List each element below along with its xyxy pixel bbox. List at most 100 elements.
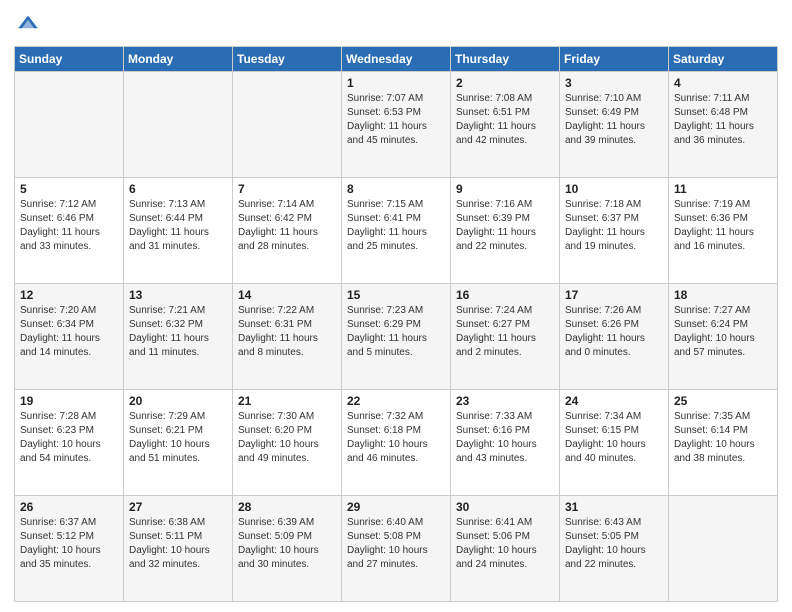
week-row-2: 5 Sunrise: 7:12 AM Sunset: 6:46 PM Daylig… <box>15 178 778 284</box>
weekday-header-wednesday: Wednesday <box>342 47 451 72</box>
day-number: 7 <box>238 182 336 196</box>
day-number: 27 <box>129 500 227 514</box>
day-info: Sunrise: 6:38 AM Sunset: 5:11 PM Dayligh… <box>129 516 227 572</box>
calendar-cell: 24 Sunrise: 7:34 AM Sunset: 6:15 PM Dayli… <box>560 390 669 496</box>
day-number: 3 <box>565 76 663 90</box>
day-info: Sunrise: 7:28 AM Sunset: 6:23 PM Dayligh… <box>20 410 118 466</box>
day-number: 24 <box>565 394 663 408</box>
day-number: 11 <box>674 182 772 196</box>
calendar-cell: 26Sunrise: 6:37 AM Sunset: 5:12 PM Dayli… <box>15 496 124 602</box>
weekday-header-monday: Monday <box>124 47 233 72</box>
day-info: Sunrise: 7:27 AM Sunset: 6:24 PM Dayligh… <box>674 304 772 360</box>
day-info: Sunrise: 7:33 AM Sunset: 6:16 PM Dayligh… <box>456 410 554 466</box>
calendar-cell: 27 Sunrise: 6:38 AM Sunset: 5:11 PM Dayli… <box>124 496 233 602</box>
calendar-cell: 7 Sunrise: 7:14 AM Sunset: 6:42 PM Daylig… <box>233 178 342 284</box>
calendar-cell: 16 Sunrise: 7:24 AM Sunset: 6:27 PM Dayli… <box>451 284 560 390</box>
day-info: Sunrise: 7:34 AM Sunset: 6:15 PM Dayligh… <box>565 410 663 466</box>
day-number: 14 <box>238 288 336 302</box>
day-info: Sunrise: 7:18 AM Sunset: 6:37 PM Dayligh… <box>565 198 663 254</box>
week-row-5: 26Sunrise: 6:37 AM Sunset: 5:12 PM Dayli… <box>15 496 778 602</box>
day-info: Sunrise: 7:12 AM Sunset: 6:46 PM Dayligh… <box>20 198 118 254</box>
calendar-cell <box>124 72 233 178</box>
day-number: 26 <box>20 500 118 514</box>
weekday-header-thursday: Thursday <box>451 47 560 72</box>
day-info: Sunrise: 7:32 AM Sunset: 6:18 PM Dayligh… <box>347 410 445 466</box>
day-number: 16 <box>456 288 554 302</box>
day-info: Sunrise: 7:26 AM Sunset: 6:26 PM Dayligh… <box>565 304 663 360</box>
day-info: Sunrise: 6:41 AM Sunset: 5:06 PM Dayligh… <box>456 516 554 572</box>
day-info: Sunrise: 7:20 AM Sunset: 6:34 PM Dayligh… <box>20 304 118 360</box>
calendar-cell: 17 Sunrise: 7:26 AM Sunset: 6:26 PM Dayli… <box>560 284 669 390</box>
calendar-cell: 12 Sunrise: 7:20 AM Sunset: 6:34 PM Dayli… <box>15 284 124 390</box>
calendar-cell: 22 Sunrise: 7:32 AM Sunset: 6:18 PM Dayli… <box>342 390 451 496</box>
week-row-4: 19 Sunrise: 7:28 AM Sunset: 6:23 PM Dayli… <box>15 390 778 496</box>
day-info: Sunrise: 7:10 AM Sunset: 6:49 PM Dayligh… <box>565 92 663 148</box>
calendar-cell: 31 Sunrise: 6:43 AM Sunset: 5:05 PM Dayli… <box>560 496 669 602</box>
day-info: Sunrise: 6:43 AM Sunset: 5:05 PM Dayligh… <box>565 516 663 572</box>
day-number: 22 <box>347 394 445 408</box>
calendar-cell: 23Sunrise: 7:33 AM Sunset: 6:16 PM Dayli… <box>451 390 560 496</box>
day-info: Sunrise: 7:21 AM Sunset: 6:32 PM Dayligh… <box>129 304 227 360</box>
day-number: 13 <box>129 288 227 302</box>
day-info: Sunrise: 7:30 AM Sunset: 6:20 PM Dayligh… <box>238 410 336 466</box>
day-info: Sunrise: 7:08 AM Sunset: 6:51 PM Dayligh… <box>456 92 554 148</box>
day-number: 28 <box>238 500 336 514</box>
calendar-cell <box>669 496 778 602</box>
calendar-cell: 21 Sunrise: 7:30 AM Sunset: 6:20 PM Dayli… <box>233 390 342 496</box>
day-number: 17 <box>565 288 663 302</box>
day-info: Sunrise: 7:11 AM Sunset: 6:48 PM Dayligh… <box>674 92 772 148</box>
calendar-cell <box>233 72 342 178</box>
day-number: 10 <box>565 182 663 196</box>
calendar-cell: 19 Sunrise: 7:28 AM Sunset: 6:23 PM Dayli… <box>15 390 124 496</box>
calendar-cell: 28 Sunrise: 6:39 AM Sunset: 5:09 PM Dayli… <box>233 496 342 602</box>
calendar-cell: 5 Sunrise: 7:12 AM Sunset: 6:46 PM Daylig… <box>15 178 124 284</box>
day-info: Sunrise: 7:19 AM Sunset: 6:36 PM Dayligh… <box>674 198 772 254</box>
day-info: Sunrise: 7:13 AM Sunset: 6:44 PM Dayligh… <box>129 198 227 254</box>
day-number: 20 <box>129 394 227 408</box>
logo-icon <box>14 10 42 38</box>
day-info: Sunrise: 7:15 AM Sunset: 6:41 PM Dayligh… <box>347 198 445 254</box>
calendar-cell: 2Sunrise: 7:08 AM Sunset: 6:51 PM Daylig… <box>451 72 560 178</box>
day-number: 19 <box>20 394 118 408</box>
day-info: Sunrise: 7:22 AM Sunset: 6:31 PM Dayligh… <box>238 304 336 360</box>
day-info: Sunrise: 7:24 AM Sunset: 6:27 PM Dayligh… <box>456 304 554 360</box>
calendar-cell <box>15 72 124 178</box>
day-number: 15 <box>347 288 445 302</box>
day-number: 25 <box>674 394 772 408</box>
weekday-header-sunday: Sunday <box>15 47 124 72</box>
day-number: 8 <box>347 182 445 196</box>
calendar-cell: 29Sunrise: 6:40 AM Sunset: 5:08 PM Dayli… <box>342 496 451 602</box>
week-row-1: 1 Sunrise: 7:07 AM Sunset: 6:53 PM Daylig… <box>15 72 778 178</box>
calendar-cell: 9Sunrise: 7:16 AM Sunset: 6:39 PM Daylig… <box>451 178 560 284</box>
calendar-cell: 11 Sunrise: 7:19 AM Sunset: 6:36 PM Dayli… <box>669 178 778 284</box>
day-info: Sunrise: 7:29 AM Sunset: 6:21 PM Dayligh… <box>129 410 227 466</box>
day-info: Sunrise: 7:23 AM Sunset: 6:29 PM Dayligh… <box>347 304 445 360</box>
calendar-cell: 18 Sunrise: 7:27 AM Sunset: 6:24 PM Dayli… <box>669 284 778 390</box>
calendar-cell: 10 Sunrise: 7:18 AM Sunset: 6:37 PM Dayli… <box>560 178 669 284</box>
day-number: 31 <box>565 500 663 514</box>
day-info: Sunrise: 6:40 AM Sunset: 5:08 PM Dayligh… <box>347 516 445 572</box>
page: SundayMondayTuesdayWednesdayThursdayFrid… <box>0 0 792 612</box>
day-number: 6 <box>129 182 227 196</box>
day-info: Sunrise: 7:16 AM Sunset: 6:39 PM Dayligh… <box>456 198 554 254</box>
day-number: 1 <box>347 76 445 90</box>
logo <box>14 10 44 38</box>
week-row-3: 12 Sunrise: 7:20 AM Sunset: 6:34 PM Dayli… <box>15 284 778 390</box>
weekday-header-saturday: Saturday <box>669 47 778 72</box>
calendar-table: SundayMondayTuesdayWednesdayThursdayFrid… <box>14 46 778 602</box>
day-info: Sunrise: 7:07 AM Sunset: 6:53 PM Dayligh… <box>347 92 445 148</box>
day-number: 21 <box>238 394 336 408</box>
calendar-cell: 30Sunrise: 6:41 AM Sunset: 5:06 PM Dayli… <box>451 496 560 602</box>
weekday-header-friday: Friday <box>560 47 669 72</box>
day-info: Sunrise: 7:14 AM Sunset: 6:42 PM Dayligh… <box>238 198 336 254</box>
day-number: 12 <box>20 288 118 302</box>
day-number: 5 <box>20 182 118 196</box>
day-number: 18 <box>674 288 772 302</box>
calendar-cell: 8 Sunrise: 7:15 AM Sunset: 6:41 PM Daylig… <box>342 178 451 284</box>
calendar-cell: 3 Sunrise: 7:10 AM Sunset: 6:49 PM Daylig… <box>560 72 669 178</box>
day-info: Sunrise: 6:39 AM Sunset: 5:09 PM Dayligh… <box>238 516 336 572</box>
calendar-cell: 13 Sunrise: 7:21 AM Sunset: 6:32 PM Dayli… <box>124 284 233 390</box>
weekday-header-tuesday: Tuesday <box>233 47 342 72</box>
header <box>14 10 778 38</box>
calendar-cell: 14 Sunrise: 7:22 AM Sunset: 6:31 PM Dayli… <box>233 284 342 390</box>
